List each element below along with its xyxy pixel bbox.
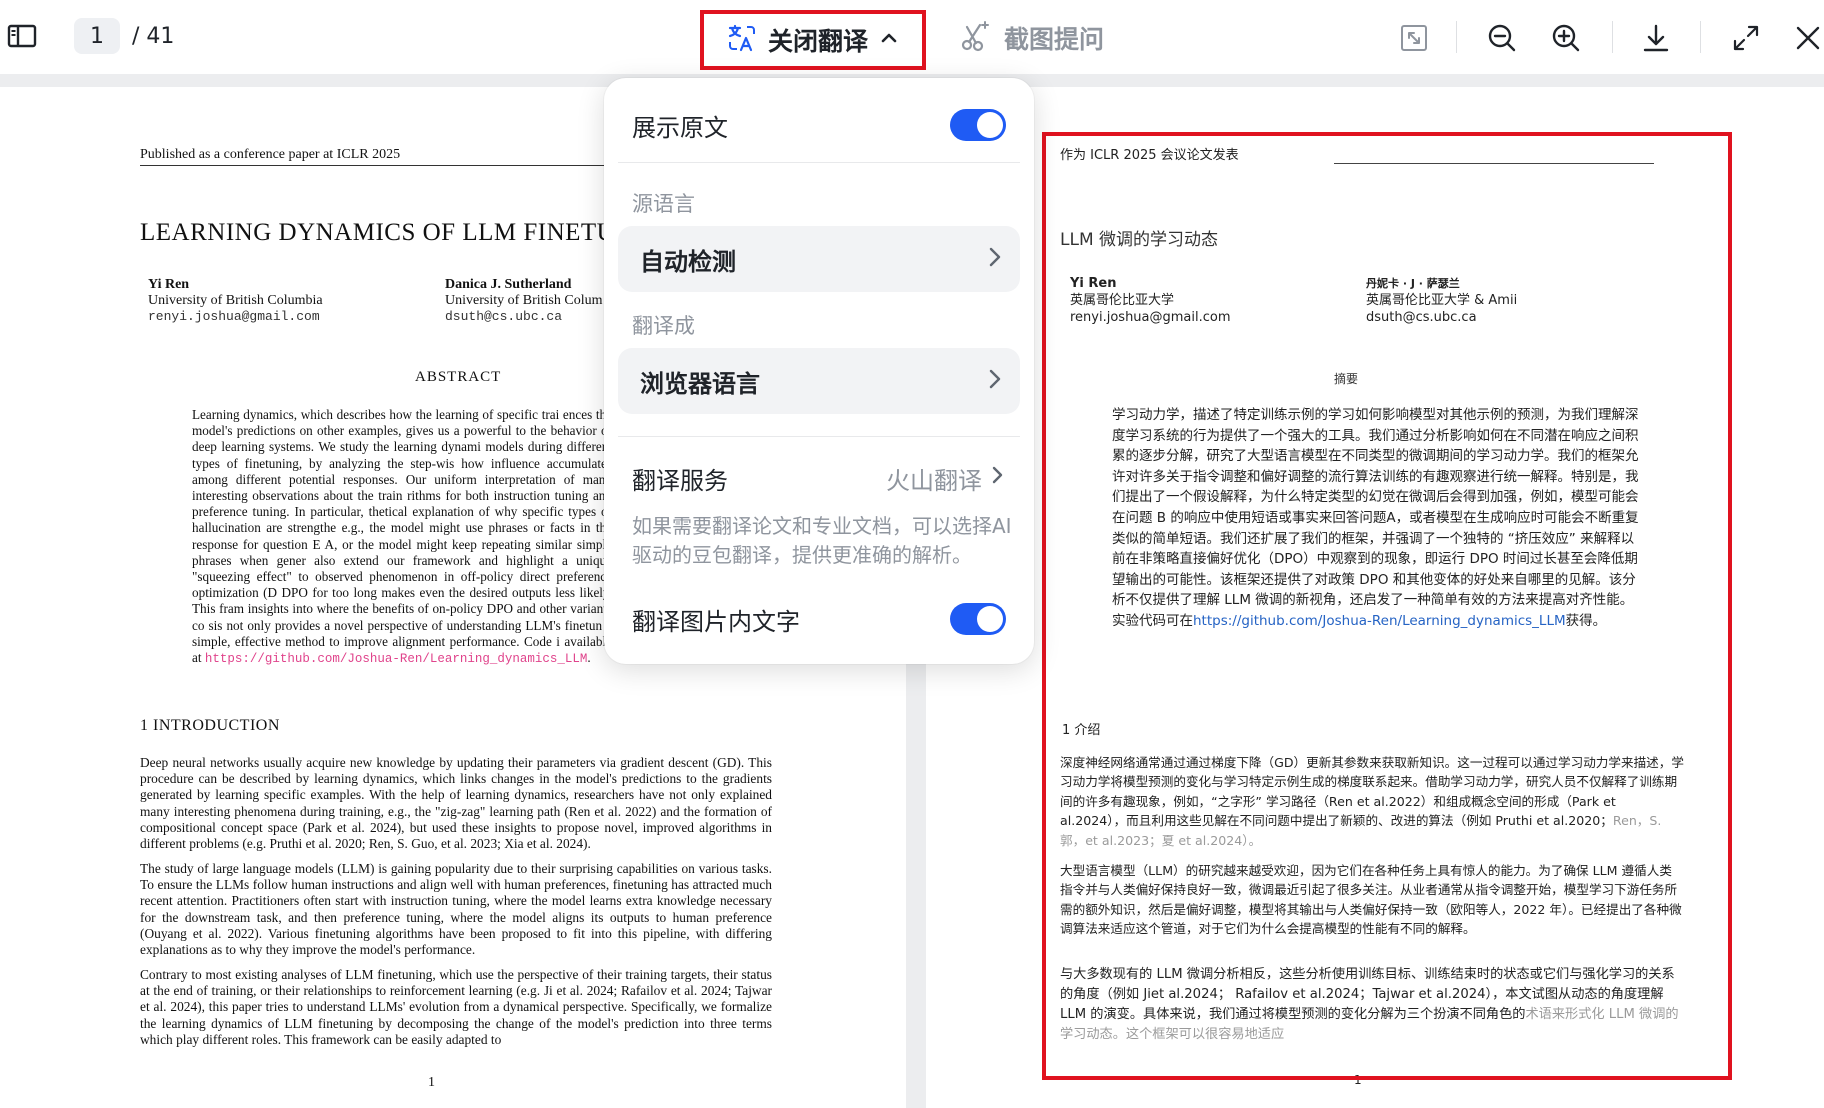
paper-title: LEARNING DYNAMICS OF LLM FINETUNIN: [140, 219, 662, 246]
zoom-out-icon[interactable]: [1480, 16, 1524, 60]
target-language-label: 翻译成: [632, 314, 695, 338]
translated-region-highlight: [1042, 132, 1732, 1080]
chevron-up-icon: [878, 27, 900, 53]
page-total: / 41: [132, 23, 175, 49]
target-language-select[interactable]: 浏览器语言: [618, 348, 1020, 414]
top-toolbar: 1 / 41 关闭翻译 截图提问: [0, 0, 1824, 74]
page-number-input[interactable]: 1: [74, 18, 120, 54]
author-affiliation: University of British Colum: [445, 293, 603, 308]
author-affiliation: University of British Columbia: [148, 293, 323, 308]
menu-divider: [618, 436, 1020, 437]
sidebar-toggle-icon[interactable]: [4, 18, 40, 54]
close-icon[interactable]: [1786, 16, 1824, 60]
author-email: dsuth@cs.ubc.ca: [445, 309, 563, 324]
translation-service-hint: 如果需要翻译论文和专业文档，可以选择AI 驱动的豆包翻译，提供更准确的解析。: [632, 514, 1012, 567]
page-footer-number: 1: [428, 1075, 435, 1090]
target-language-value: 浏览器语言: [640, 369, 760, 398]
source-language-select[interactable]: 自动检测: [618, 226, 1020, 292]
show-original-label: 展示原文: [632, 113, 728, 142]
author-2: Danica J. Sutherland University of Briti…: [445, 277, 605, 325]
source-language-value: 自动检测: [640, 247, 736, 276]
translate-image-text-label: 翻译图片内文字: [632, 607, 800, 636]
translation-service-value: 火山翻译: [886, 466, 982, 495]
section-heading: 1 INTRODUCTION: [140, 717, 280, 734]
translate-image-text-row: 翻译图片内文字: [632, 596, 1006, 642]
fullscreen-icon[interactable]: [1724, 16, 1768, 60]
chevron-right-icon: [990, 463, 1006, 493]
author-name: Yi Ren: [148, 277, 190, 292]
translation-settings-menu: 展示原文 源语言 自动检测 翻译成 浏览器语言 翻译服务 火山翻译 如果需要翻译…: [604, 78, 1034, 664]
abstract-heading: ABSTRACT: [415, 369, 502, 385]
abstract-body: Learning dynamics, which describes how t…: [192, 407, 612, 667]
translate-icon: [726, 22, 758, 58]
show-original-toggle[interactable]: [950, 109, 1006, 141]
source-language-label: 源语言: [632, 192, 695, 216]
intro-paragraph-3: Contrary to most existing analyses of LL…: [140, 967, 772, 1047]
screenshot-ask-label: 截图提问: [1004, 25, 1105, 54]
fit-page-icon[interactable]: [1392, 16, 1436, 60]
author-name: Danica J. Sutherland: [445, 277, 572, 292]
intro-paragraph-2: The study of large language models (LLM)…: [140, 861, 772, 958]
author-1: Yi Ren University of British Columbia re…: [148, 277, 323, 325]
translate-image-text-toggle[interactable]: [950, 603, 1006, 635]
translation-service-label: 翻译服务: [632, 466, 728, 495]
paper-header: Published as a conference paper at ICLR …: [140, 147, 401, 162]
author-email: renyi.joshua@gmail.com: [148, 309, 320, 324]
chevron-right-icon: [986, 244, 1004, 274]
chevron-right-icon: [986, 366, 1004, 396]
translation-service-row[interactable]: 翻译服务 火山翻译: [632, 456, 1006, 500]
abstract-text: Learning dynamics, which describes how t…: [192, 407, 612, 666]
show-original-row: 展示原文: [632, 102, 1006, 148]
zoom-in-icon[interactable]: [1544, 16, 1588, 60]
intro-paragraph-1: Deep neural networks usually acquire new…: [140, 755, 772, 852]
header-rule: [140, 165, 640, 166]
abstract-code-link[interactable]: https://github.com/Joshua-Ren/Learning_d…: [205, 652, 588, 666]
screenshot-ask-button[interactable]: 截图提问: [958, 16, 1104, 60]
scissors-sparkle-icon: [958, 19, 992, 57]
download-icon[interactable]: [1634, 16, 1678, 60]
menu-divider: [618, 162, 1020, 163]
translate-label: 关闭翻译: [767, 27, 868, 56]
close-translation-button[interactable]: 关闭翻译: [700, 10, 926, 70]
